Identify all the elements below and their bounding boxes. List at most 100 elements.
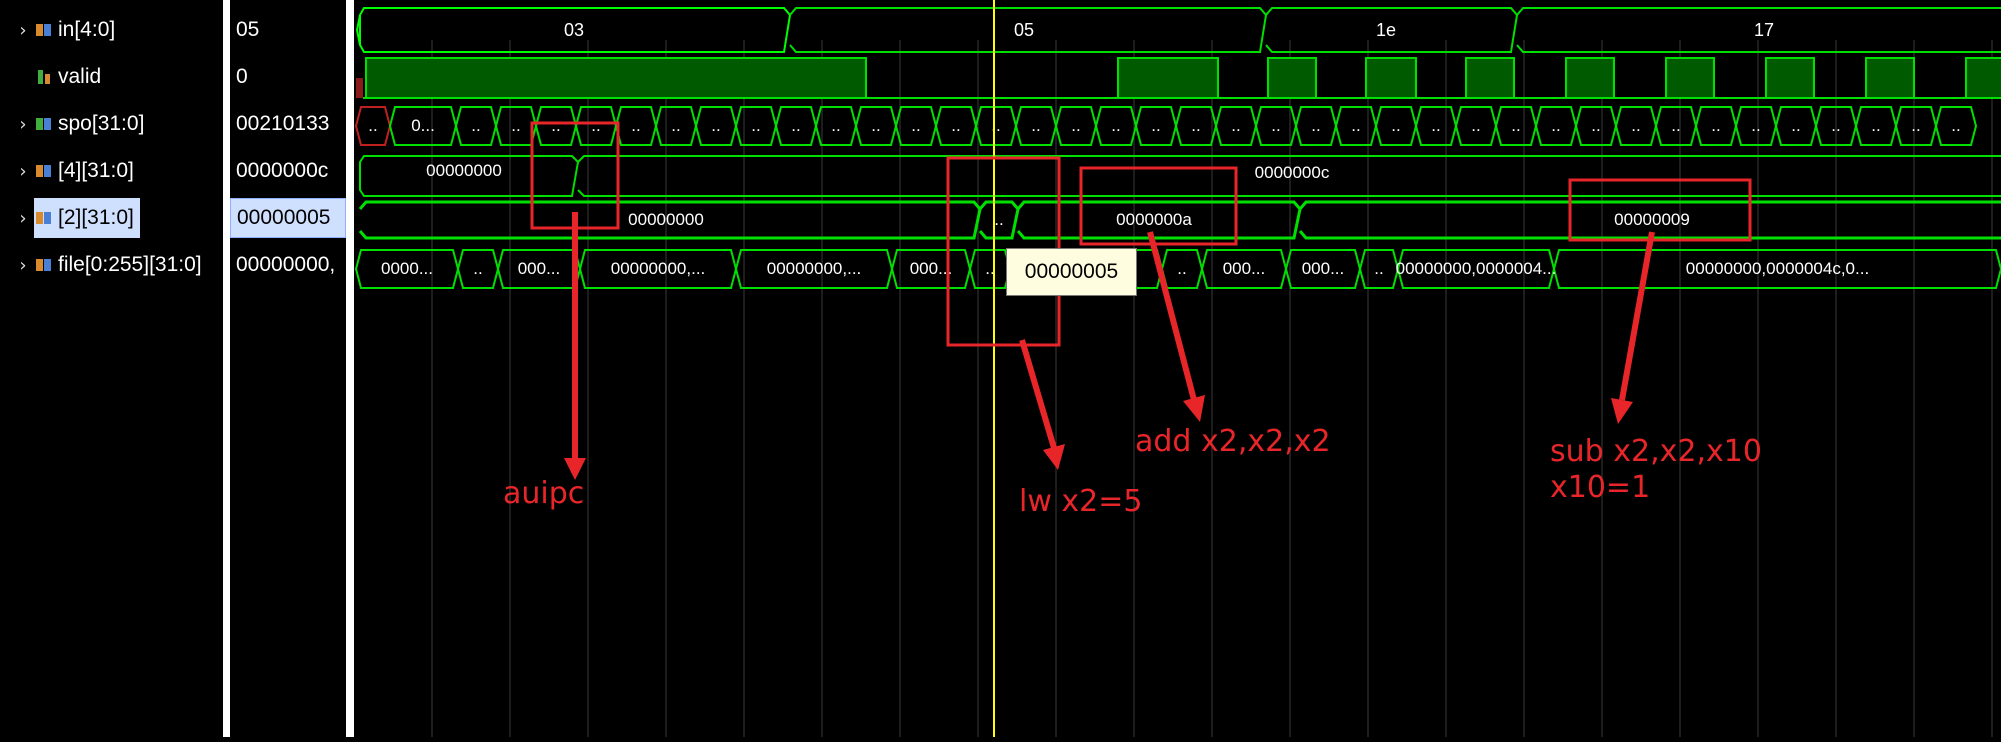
annotation-sub: sub x2,x2,x10 <box>1550 434 1762 469</box>
wave-valid[interactable] <box>356 57 2001 99</box>
expand-chevron-icon[interactable]: › <box>12 208 34 229</box>
wave-label: .. <box>1911 116 1920 135</box>
wave-label: .. <box>1831 116 1840 135</box>
wave-label: .. <box>1231 116 1240 135</box>
expand-chevron-icon[interactable]: › <box>12 20 34 41</box>
bus-signal-icon <box>36 165 51 177</box>
wave-label: .. <box>671 116 680 135</box>
panel-divider[interactable] <box>223 0 230 737</box>
wave-label: 03 <box>564 20 584 40</box>
signal-name: [2][31:0] <box>58 206 134 229</box>
wave-label: .. <box>1671 116 1680 135</box>
signal-name: valid <box>58 65 102 88</box>
annotation-sub-x10: x10=1 <box>1550 470 1651 505</box>
signal-value: 05 <box>236 18 260 41</box>
wave-label: .. <box>831 116 840 135</box>
signal-name: [4][31:0] <box>58 159 134 182</box>
wave-label: .. <box>1511 116 1520 135</box>
signal-row-valid[interactable]: › valid <box>0 57 223 97</box>
bus-signal-icon <box>36 259 51 271</box>
signal-value: 0000000c <box>236 159 329 182</box>
wave-label: 0000... <box>381 259 433 278</box>
bus-signal-icon <box>36 24 51 36</box>
wave-label: .. <box>1951 116 1960 135</box>
wave-label: .. <box>871 116 880 135</box>
wave-label: .. <box>1177 259 1186 278</box>
wave-label: .. <box>1071 116 1080 135</box>
signal-value: 00000005 <box>230 198 346 238</box>
wave-label: .. <box>711 116 720 135</box>
panel-divider[interactable] <box>346 0 354 737</box>
wave-label: .. <box>991 116 1000 135</box>
wave-label: .. <box>1031 116 1040 135</box>
wave-label: .. <box>1271 116 1280 135</box>
wave-label: .. <box>511 116 520 135</box>
expand-chevron-icon[interactable]: › <box>12 161 34 182</box>
wave-label: .. <box>951 116 960 135</box>
wave-label: .. <box>631 116 640 135</box>
wave-label: .. <box>471 116 480 135</box>
signal-row-reg4[interactable]: › [4][31:0] <box>0 151 223 191</box>
signal-name-panel: › in[4:0] › valid › spo[31:0] › [4][31:0… <box>0 0 223 737</box>
wave-reg4[interactable] <box>359 155 2001 197</box>
wave-label: 17 <box>1754 20 1774 40</box>
wave-label: .. <box>1711 116 1720 135</box>
annotation-lw: lw x2=5 <box>1019 484 1143 519</box>
wave-label: .. <box>1871 116 1880 135</box>
wave-label: .. <box>591 116 600 135</box>
wave-label: .. <box>1311 116 1320 135</box>
wave-label: .. <box>994 210 1003 229</box>
bus-signal-icon <box>36 118 51 130</box>
bit-signal-icon <box>38 70 50 84</box>
annotation-add: add x2,x2,x2 <box>1135 424 1331 459</box>
signal-row-file[interactable]: › file[0:255][31:0] <box>0 245 223 285</box>
wave-label: .. <box>1751 116 1760 135</box>
wave-label: 00000009 <box>1614 210 1690 229</box>
expand-chevron-icon[interactable]: › <box>12 114 34 135</box>
wave-label: .. <box>1471 116 1480 135</box>
wave-label: .. <box>1431 116 1440 135</box>
wave-label: 00000000 <box>628 210 704 229</box>
signal-value: 00000000, <box>236 253 336 276</box>
wave-label: .. <box>1791 116 1800 135</box>
wave-label: .. <box>1191 116 1200 135</box>
signal-row-reg2[interactable]: › [2][31:0] <box>0 198 223 238</box>
signal-name: file[0:255][31:0] <box>58 253 202 276</box>
wave-label: .. <box>368 116 377 135</box>
wave-label: 000... <box>910 259 953 278</box>
wave-label: 1e <box>1376 20 1396 40</box>
wave-label: .. <box>1111 116 1120 135</box>
wave-label: 00000000,0000004c,0... <box>1686 259 1869 278</box>
signal-row-spo[interactable]: › spo[31:0] <box>0 104 223 144</box>
wave-label: 05 <box>1014 20 1034 40</box>
wave-label: .. <box>1151 116 1160 135</box>
wave-label: .. <box>1631 116 1640 135</box>
wave-label: 00000000 <box>426 161 502 180</box>
wave-label: .. <box>551 116 560 135</box>
wave-label: .. <box>1374 259 1383 278</box>
signal-value: 0 <box>236 65 248 88</box>
wave-label: 00000000,... <box>767 259 862 278</box>
waveform-canvas[interactable]: 03 05 1e 17 .. 0.........................… <box>354 0 2001 737</box>
wave-label: .. <box>791 116 800 135</box>
wave-label: 00000000,0000004... <box>1396 259 1557 278</box>
value-tooltip: 00000005 <box>1006 248 1137 296</box>
wave-label: .. <box>1591 116 1600 135</box>
wave-label: .. <box>1391 116 1400 135</box>
wave-label: .. <box>751 116 760 135</box>
wave-label: .. <box>1351 116 1360 135</box>
wave-label: 000... <box>518 259 561 278</box>
wave-label: .. <box>911 116 920 135</box>
signal-name: in[4:0] <box>58 18 116 41</box>
wave-label: .. <box>1551 116 1560 135</box>
signal-row-in[interactable]: › in[4:0] <box>0 10 223 50</box>
wave-label: 0000000c <box>1255 163 1330 182</box>
expand-chevron-icon[interactable]: › <box>12 255 34 276</box>
wave-label: 000... <box>1223 259 1266 278</box>
signal-name: spo[31:0] <box>58 112 145 135</box>
annotation-auipc: auipc <box>503 476 585 511</box>
wave-label: 000... <box>1302 259 1345 278</box>
wave-spo-labels: .. 0.....................................… <box>368 116 1960 135</box>
waveform-svg[interactable]: 03 05 1e 17 .. 0.........................… <box>354 0 2001 737</box>
wave-label: 0... <box>411 116 435 135</box>
